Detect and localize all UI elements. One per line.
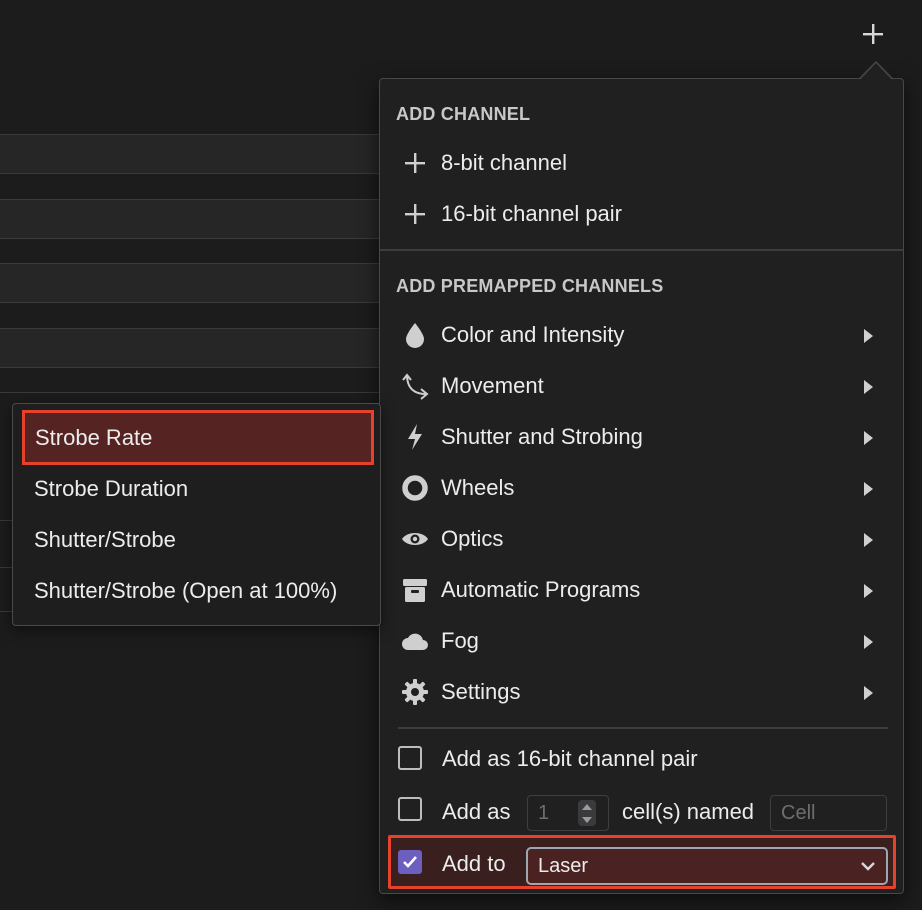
chevron-right-icon (864, 686, 873, 700)
menu-item-label: 16-bit channel pair (441, 201, 623, 226)
16bit-pair-label: Add as 16-bit channel pair (442, 746, 698, 771)
add-cells-checkbox[interactable] (398, 797, 422, 821)
add-to-select-value: Laser (538, 855, 589, 877)
menu-item-automatic-programs[interactable]: Automatic Programs (380, 566, 903, 614)
menu-item-label: Shutter and Strobing (441, 424, 643, 449)
add-channel-title: ADD CHANNEL (396, 104, 531, 124)
chevron-right-icon (864, 482, 873, 496)
submenu-item-strobe-rate[interactable]: Strobe Rate (22, 410, 374, 465)
add-channel-menu: ADD CHANNEL 8-bit channel 16-bit channel… (379, 78, 904, 894)
menu-item-settings[interactable]: Settings (380, 668, 903, 716)
movement-icon (398, 369, 432, 403)
chevron-right-icon (864, 431, 873, 445)
cell-count-input[interactable]: 1 (527, 795, 609, 831)
menu-item-fog[interactable]: Fog (380, 617, 903, 665)
menu-item-wheels[interactable]: Wheels (380, 464, 903, 512)
lightning-icon (398, 420, 432, 454)
add-channel-button[interactable] (852, 14, 894, 54)
ring-icon (398, 471, 432, 505)
menu-item-label: Wheels (441, 475, 515, 500)
submenu-item-strobe-duration[interactable]: Strobe Duration (13, 464, 380, 514)
add-to-label: Add to (442, 851, 506, 876)
cloud-icon (398, 624, 432, 658)
menu-item-optics[interactable]: Optics (380, 515, 903, 563)
menu-caret-inner (861, 63, 891, 79)
menu-item-8bit-channel[interactable]: 8-bit channel (380, 139, 903, 187)
plus-icon (398, 146, 432, 180)
background-row (0, 134, 380, 174)
menu-item-color-and-intensity[interactable]: Color and Intensity (380, 311, 903, 359)
add-to-select[interactable]: Laser (526, 847, 888, 885)
stepper-up-icon[interactable] (582, 803, 592, 810)
menu-item-shutter-and-strobing[interactable]: Shutter and Strobing (380, 413, 903, 461)
eye-icon (398, 522, 432, 556)
background-divider (0, 392, 380, 393)
chevron-right-icon (864, 380, 873, 394)
menu-item-label: Movement (441, 373, 544, 398)
add-cells-prefix-label: Add as (442, 799, 511, 824)
background-row (0, 328, 380, 368)
add-cells-suffix-label: cell(s) named (622, 799, 755, 824)
background-row (0, 263, 380, 303)
chevron-right-icon (864, 533, 873, 547)
drop-icon (398, 318, 432, 352)
submenu-item-shutter-strobe[interactable]: Shutter/Strobe (13, 515, 380, 565)
chevron-right-icon (864, 584, 873, 598)
16bit-pair-checkbox[interactable] (398, 746, 422, 770)
menu-item-movement[interactable]: Movement (380, 362, 903, 410)
shutter-strobing-submenu: Strobe Rate Strobe Duration Shutter/Stro… (12, 403, 381, 626)
cell-count-value: 1 (538, 802, 550, 824)
add-premapped-title: ADD PREMAPPED CHANNELS (396, 276, 664, 296)
menu-divider (380, 249, 903, 251)
menu-item-label: 8-bit channel (441, 150, 567, 175)
box-icon (398, 573, 432, 607)
stepper-down-icon[interactable] (582, 816, 592, 823)
background-row (0, 199, 380, 239)
submenu-item-shutter-strobe-open[interactable]: Shutter/Strobe (Open at 100%) (13, 566, 380, 616)
plus-icon (398, 197, 432, 231)
menu-item-label: Color and Intensity (441, 322, 625, 347)
options-divider (398, 727, 888, 729)
plus-icon (863, 24, 883, 44)
chevron-right-icon (864, 329, 873, 343)
menu-item-label: Settings (441, 679, 521, 704)
menu-item-label: Optics (441, 526, 504, 551)
add-to-checkbox[interactable] (398, 850, 422, 874)
cell-name-input[interactable] (770, 795, 887, 831)
checkmark-icon (403, 856, 417, 868)
gear-icon (398, 675, 432, 709)
chevron-right-icon (864, 635, 873, 649)
chevron-down-icon (861, 862, 875, 871)
menu-item-label: Fog (441, 628, 479, 653)
menu-item-16bit-channel-pair[interactable]: 16-bit channel pair (380, 190, 903, 238)
menu-item-label: Automatic Programs (441, 577, 641, 602)
cell-count-stepper[interactable] (578, 800, 596, 826)
